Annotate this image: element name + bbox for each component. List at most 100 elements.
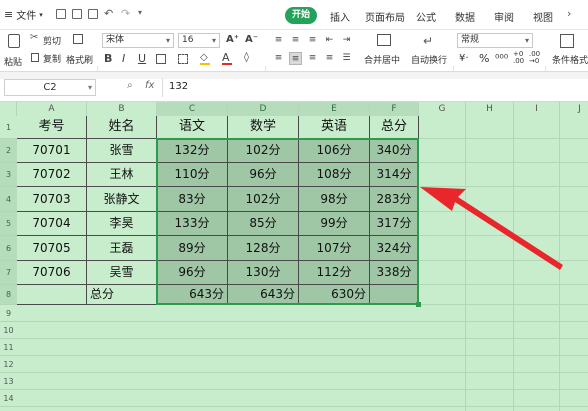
tab-home[interactable]: 开始	[285, 7, 317, 24]
paste-button[interactable]: 粘贴	[2, 32, 26, 70]
align-middle-icon[interactable]: ≡	[289, 34, 302, 47]
bold-button[interactable]: B	[104, 52, 112, 65]
header-cell[interactable]: 总分	[370, 116, 419, 139]
fill-color-icon[interactable]: ◇	[200, 52, 210, 65]
total-cell[interactable]	[17, 285, 87, 305]
table-cell[interactable]: 83分	[157, 187, 228, 212]
fill-handle[interactable]	[416, 302, 421, 307]
table-cell[interactable]: 王林	[87, 163, 157, 187]
justify-icon[interactable]: ≡	[323, 52, 336, 65]
formula-input[interactable]: 132	[162, 78, 586, 97]
table-cell[interactable]: 70702	[17, 163, 87, 187]
row-header-6[interactable]: 6	[0, 236, 17, 261]
table-cell[interactable]: 70706	[17, 261, 87, 285]
row-header-8[interactable]: 8	[0, 285, 17, 305]
column-header-e[interactable]: E	[299, 102, 370, 116]
total-cell[interactable]: 643分	[228, 285, 299, 305]
total-cell[interactable]: 630分	[299, 285, 370, 305]
table-cell[interactable]: 338分	[370, 261, 419, 285]
column-header-g[interactable]: G	[419, 102, 466, 116]
table-cell[interactable]: 324分	[370, 236, 419, 261]
header-cell[interactable]: 姓名	[87, 116, 157, 139]
column-header-d[interactable]: D	[228, 102, 299, 116]
table-cell[interactable]: 张雪	[87, 139, 157, 163]
currency-icon[interactable]: ¥·	[459, 53, 469, 64]
column-header-i[interactable]: I	[514, 102, 560, 116]
row-header-9[interactable]: 9	[0, 305, 17, 322]
row-header-2[interactable]: 2	[0, 139, 17, 163]
row-header-7[interactable]: 7	[0, 261, 17, 285]
row-header-10[interactable]: 10	[0, 322, 17, 339]
font-name-select[interactable]: 宋体 ▾	[102, 33, 174, 48]
row-header-14[interactable]: 14	[0, 390, 17, 407]
table-cell[interactable]: 283分	[370, 187, 419, 212]
decrease-decimal-icon[interactable]: .00 →0	[529, 51, 540, 65]
name-box[interactable]: C2 ▾	[4, 79, 96, 96]
table-cell[interactable]: 70704	[17, 212, 87, 236]
more-tabs-icon[interactable]: ›	[567, 7, 571, 20]
table-cell[interactable]: 102分	[228, 139, 299, 163]
total-cell[interactable]: 总分	[87, 285, 157, 305]
table-cell[interactable]: 张静文	[87, 187, 157, 212]
indent-increase-icon[interactable]: ⇥	[340, 34, 353, 47]
font-color-icon[interactable]: A	[222, 51, 232, 65]
table-cell[interactable]: 96分	[228, 163, 299, 187]
conditional-format-button[interactable]: 条件格式	[550, 32, 588, 70]
file-menu[interactable]: ≡ 文件 ▾	[4, 7, 43, 22]
column-header-f[interactable]: F	[370, 102, 419, 116]
print-preview-icon[interactable]	[88, 9, 98, 19]
column-header-a[interactable]: A	[17, 102, 87, 116]
table-cell[interactable]: 130分	[228, 261, 299, 285]
tab-view[interactable]: 视图	[533, 9, 553, 24]
cut-button[interactable]: ✂ 剪切	[30, 32, 64, 47]
align-right-icon[interactable]: ≡	[306, 52, 319, 65]
clear-format-icon[interactable]: ◊	[244, 52, 249, 63]
column-header-b[interactable]: B	[87, 102, 157, 116]
copy-button[interactable]: 复制	[30, 51, 64, 65]
quick-access-more-icon[interactable]: ▾	[138, 8, 142, 17]
table-cell[interactable]: 110分	[157, 163, 228, 187]
tab-insert[interactable]: 插入	[330, 9, 350, 24]
table-cell[interactable]: 99分	[299, 212, 370, 236]
tab-formulas[interactable]: 公式	[416, 9, 436, 24]
thousands-icon[interactable]: ⁰⁰⁰	[495, 52, 508, 65]
row-header-11[interactable]: 11	[0, 339, 17, 356]
align-top-icon[interactable]: ≡	[272, 34, 285, 47]
table-cell[interactable]: 吴雪	[87, 261, 157, 285]
wrap-text-button[interactable]: ↵ 自动换行	[409, 32, 453, 70]
row-header-12[interactable]: 12	[0, 356, 17, 373]
table-cell[interactable]: 340分	[370, 139, 419, 163]
decrease-font-icon[interactable]: A⁻	[245, 34, 258, 45]
row-header-3[interactable]: 3	[0, 163, 17, 187]
zoom-search-icon[interactable]: ⌕	[127, 80, 133, 91]
fx-icon[interactable]: fx	[145, 80, 154, 91]
table-cell[interactable]: 96分	[157, 261, 228, 285]
undo-icon[interactable]: ↶	[104, 7, 113, 20]
column-header-j[interactable]: J	[560, 102, 588, 116]
table-cell[interactable]: 102分	[228, 187, 299, 212]
table-cell[interactable]: 132分	[157, 139, 228, 163]
table-cell[interactable]: 70701	[17, 139, 87, 163]
table-cell[interactable]: 107分	[299, 236, 370, 261]
row-header-4[interactable]: 4	[0, 187, 17, 212]
increase-font-icon[interactable]: A⁺	[226, 34, 239, 45]
table-cell[interactable]: 106分	[299, 139, 370, 163]
font-size-select[interactable]: 16 ▾	[178, 33, 220, 48]
table-cell[interactable]: 85分	[228, 212, 299, 236]
underline-button[interactable]: U	[138, 52, 146, 65]
indent-decrease-icon[interactable]: ⇤	[323, 34, 336, 47]
column-header-c[interactable]: C	[157, 102, 228, 116]
align-bottom-icon[interactable]: ≡	[306, 34, 319, 47]
tab-review[interactable]: 审阅	[494, 9, 514, 24]
table-cell[interactable]: 133分	[157, 212, 228, 236]
total-cell[interactable]	[370, 285, 419, 305]
spreadsheet-grid[interactable]: A B C D E F G H I J 1 2 3 4 5 6 7 8 9 10 11 12 13 14 考号 姓名 语文 数学 英语总…	[0, 102, 588, 411]
select-all-corner[interactable]	[0, 102, 17, 116]
merge-center-button[interactable]: 合并居中	[362, 32, 406, 70]
increase-decimal-icon[interactable]: +0.00	[513, 51, 524, 65]
header-cell[interactable]: 数学	[228, 116, 299, 139]
distribute-icon[interactable]: ☰	[340, 52, 353, 65]
table-cell[interactable]: 317分	[370, 212, 419, 236]
grid-border-icon[interactable]	[178, 54, 188, 64]
table-cell[interactable]: 70703	[17, 187, 87, 212]
